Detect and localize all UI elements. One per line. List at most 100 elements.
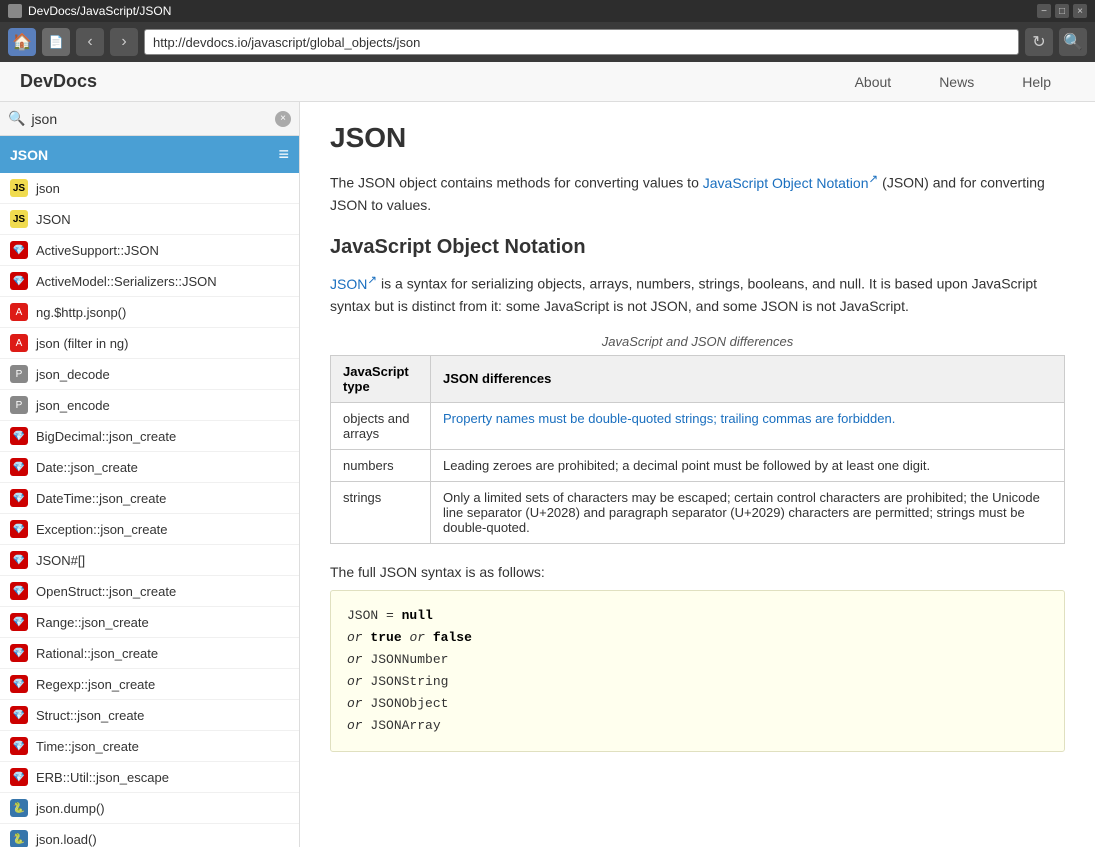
list-item[interactable]: 💎 Range::json_create xyxy=(0,607,299,638)
table-header-row: JavaScript type JSON differences xyxy=(331,355,1065,402)
col-header-diff: JSON differences xyxy=(431,355,1065,402)
intro-link[interactable]: JavaScript Object Notation↗ xyxy=(703,175,879,191)
table-row: strings Only a limited sets of character… xyxy=(331,481,1065,543)
code-block: JSON = null or true or false or JSONNumb… xyxy=(330,590,1065,753)
search-bar: 🔍 × xyxy=(0,102,299,136)
app-brand: DevDocs xyxy=(20,71,831,92)
list-item[interactable]: 💎 Regexp::json_create xyxy=(0,669,299,700)
list-item[interactable]: 💎 JSON#[] xyxy=(0,545,299,576)
back-button[interactable]: ‹ xyxy=(76,28,104,56)
item-icon-ruby: 💎 xyxy=(10,520,28,538)
maximize-button[interactable]: □ xyxy=(1055,4,1069,18)
item-icon-python: 🐍 xyxy=(10,830,28,847)
section1-title: JavaScript Object Notation xyxy=(330,236,1065,259)
code-line-6: or JSONArray xyxy=(347,715,1048,737)
item-icon-generic: P xyxy=(10,396,28,414)
list-item[interactable]: 💎 Struct::json_create xyxy=(0,700,299,731)
item-icon-ruby: 💎 xyxy=(10,644,28,662)
section1-text: is a syntax for serializing objects, arr… xyxy=(330,276,1037,314)
differences-table-container: JavaScript and JSON differences JavaScri… xyxy=(330,334,1065,544)
content-area: JSON The JSON object contains methods fo… xyxy=(300,102,1095,847)
table-row: objects and arrays Property names must b… xyxy=(331,402,1065,449)
item-icon-ruby: 💎 xyxy=(10,241,28,259)
zoom-button[interactable]: 🔍 xyxy=(1059,28,1087,56)
forward-button[interactable]: › xyxy=(110,28,138,56)
list-item[interactable]: A json (filter in ng) xyxy=(0,328,299,359)
item-name: Time::json_create xyxy=(36,739,139,754)
list-item[interactable]: 💎 Time::json_create xyxy=(0,731,299,762)
row-type-1: objects and arrays xyxy=(331,402,431,449)
table-caption: JavaScript and JSON differences xyxy=(330,334,1065,349)
list-item[interactable]: 💎 ActiveModel::Serializers::JSON xyxy=(0,266,299,297)
item-icon-ruby: 💎 xyxy=(10,706,28,724)
nav-news[interactable]: News xyxy=(915,62,998,102)
list-item[interactable]: 💎 DateTime::json_create xyxy=(0,483,299,514)
item-icon-js: JS xyxy=(10,179,28,197)
list-item[interactable]: JS json xyxy=(0,173,299,204)
item-name: BigDecimal::json_create xyxy=(36,429,176,444)
app-icon xyxy=(8,4,22,18)
main-area: 🔍 × JSON ≡ JS json JS JSON xyxy=(0,102,1095,847)
item-name: json (filter in ng) xyxy=(36,336,128,351)
list-item[interactable]: 🐍 json.dump() xyxy=(0,793,299,824)
section1-para: JSON↗ is a syntax for serializing object… xyxy=(330,271,1065,317)
item-name: json.dump() xyxy=(36,801,105,816)
list-item[interactable]: P json_decode xyxy=(0,359,299,390)
list-item[interactable]: 💎 OpenStruct::json_create xyxy=(0,576,299,607)
address-bar[interactable]: http://devdocs.io/javascript/global_obje… xyxy=(144,29,1019,55)
item-icon-angular: A xyxy=(10,303,28,321)
home-button[interactable]: 🏠 xyxy=(8,28,36,56)
intro-text: The JSON object contains methods for con… xyxy=(330,175,699,191)
window-controls[interactable]: − □ × xyxy=(1037,4,1087,18)
nav-help[interactable]: Help xyxy=(998,62,1075,102)
item-icon-ruby: 💎 xyxy=(10,768,28,786)
item-name: ERB::Util::json_escape xyxy=(36,770,169,785)
list-item[interactable]: A ng.$http.jsonp() xyxy=(0,297,299,328)
item-icon-ruby: 💎 xyxy=(10,427,28,445)
code-line-3: or JSONNumber xyxy=(347,649,1048,671)
list-item[interactable]: 💎 ActiveSupport::JSON xyxy=(0,235,299,266)
minimize-button[interactable]: − xyxy=(1037,4,1051,18)
nav-about[interactable]: About xyxy=(831,62,916,102)
window-title: DevDocs/JavaScript/JSON xyxy=(28,4,1031,18)
sidebar-active-item[interactable]: JSON ≡ xyxy=(0,136,299,173)
item-name: json_encode xyxy=(36,398,110,413)
item-icon-ruby: 💎 xyxy=(10,489,28,507)
title-bar: DevDocs/JavaScript/JSON − □ × xyxy=(0,0,1095,22)
item-name: json_decode xyxy=(36,367,110,382)
close-button[interactable]: × xyxy=(1073,4,1087,18)
list-item[interactable]: 💎 BigDecimal::json_create xyxy=(0,421,299,452)
code-line-2: or true or false xyxy=(347,627,1048,649)
list-item[interactable]: P json_encode xyxy=(0,390,299,421)
item-icon-python: 🐍 xyxy=(10,799,28,817)
item-name: Regexp::json_create xyxy=(36,677,155,692)
list-item[interactable]: 💎 Exception::json_create xyxy=(0,514,299,545)
item-icon-ruby: 💎 xyxy=(10,675,28,693)
item-name: ActiveSupport::JSON xyxy=(36,243,159,258)
list-item[interactable]: 💎 ERB::Util::json_escape xyxy=(0,762,299,793)
item-icon-ruby: 💎 xyxy=(10,458,28,476)
search-clear-button[interactable]: × xyxy=(275,111,291,127)
app-button[interactable]: 📄 xyxy=(42,28,70,56)
col-header-type: JavaScript type xyxy=(331,355,431,402)
item-icon-angular: A xyxy=(10,334,28,352)
sidebar-menu-icon[interactable]: ≡ xyxy=(278,144,289,165)
browser-toolbar: 🏠 📄 ‹ › http://devdocs.io/javascript/glo… xyxy=(0,22,1095,62)
list-item[interactable]: JS JSON xyxy=(0,204,299,235)
json-link[interactable]: JSON↗ xyxy=(330,276,377,292)
page-title: JSON xyxy=(330,122,1065,154)
item-name: ng.$http.jsonp() xyxy=(36,305,126,320)
item-name: OpenStruct::json_create xyxy=(36,584,176,599)
list-item[interactable]: 💎 Date::json_create xyxy=(0,452,299,483)
item-icon-js: JS xyxy=(10,210,28,228)
item-icon-ruby: 💎 xyxy=(10,737,28,755)
search-input[interactable] xyxy=(31,111,275,127)
app-header: DevDocs About News Help xyxy=(0,62,1095,102)
list-item[interactable]: 🐍 json.load() xyxy=(0,824,299,847)
item-name: JSON xyxy=(36,212,71,227)
list-item[interactable]: 💎 Rational::json_create xyxy=(0,638,299,669)
search-icon: 🔍 xyxy=(8,110,25,127)
code-line-1: JSON = null xyxy=(347,605,1048,627)
reload-button[interactable]: ↻ xyxy=(1025,28,1053,56)
code-line-5: or JSONObject xyxy=(347,693,1048,715)
